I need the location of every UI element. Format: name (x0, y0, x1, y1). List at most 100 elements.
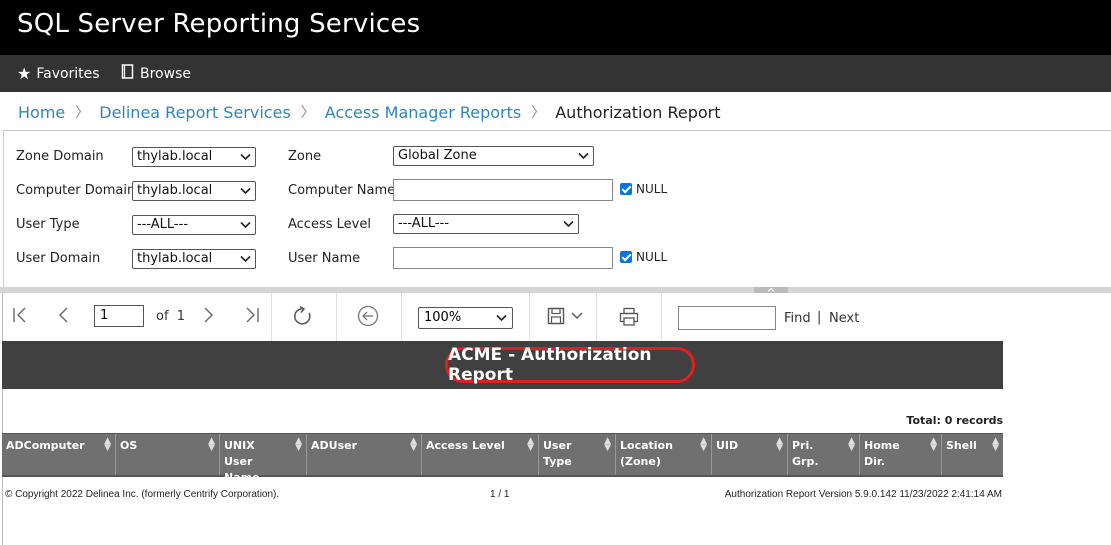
user-name-null-checkbox[interactable]: NULL (620, 250, 667, 264)
book-icon (121, 64, 135, 83)
zone-value: Global Zone (398, 148, 477, 163)
find-input[interactable] (678, 306, 776, 330)
column-header-user-type[interactable]: User Type ▲ ▼ (539, 434, 616, 475)
report-header: ACME - Authorization Report (2, 341, 1003, 389)
chevron-down-icon (563, 217, 574, 232)
sort-icon: ▲ ▼ (295, 436, 302, 453)
toolbar-divider (596, 293, 597, 341)
prev-page-icon[interactable] (56, 305, 70, 329)
zone-domain-select[interactable]: thylab.local (132, 147, 256, 167)
chevron-down-icon (578, 149, 589, 164)
user-domain-select[interactable]: thylab.local (132, 249, 256, 269)
app-title: SQL Server Reporting Services (17, 9, 421, 39)
page-count: of 1 (156, 309, 186, 324)
zone-label: Zone (288, 149, 322, 164)
user-type-select[interactable]: ---ALL--- (132, 215, 256, 235)
next-link[interactable]: Next (829, 311, 859, 326)
access-level-label: Access Level (288, 217, 371, 232)
toolbar-divider (661, 293, 662, 341)
copyright-text: © Copyright 2022 Delinea Inc. (formerly … (5, 489, 280, 500)
toolbar-divider (271, 293, 272, 341)
column-header-pri-grp[interactable]: Pri. Grp. ▲ ▼ (788, 434, 860, 475)
column-header-access-level[interactable]: Access Level ▲ ▼ (422, 434, 539, 475)
sort-icon: ▲ ▼ (930, 436, 937, 453)
star-icon: ★ (17, 64, 32, 83)
toolbar-divider (336, 293, 337, 341)
last-page-icon[interactable] (243, 305, 261, 329)
computer-name-input[interactable] (393, 179, 613, 201)
zoom-value: 100% (424, 310, 462, 325)
find-link[interactable]: Find (784, 311, 811, 326)
first-page-icon[interactable] (11, 305, 29, 329)
column-header-unix-user-name[interactable]: UNIX User Name ▲ ▼ (220, 434, 307, 484)
chevron-down-icon (240, 184, 251, 199)
computer-name-label: Computer Name (288, 183, 396, 198)
column-header-adcomputer[interactable]: ADComputer ▲ ▼ (2, 434, 116, 475)
app-header: SQL Server Reporting Services (0, 0, 1111, 55)
user-domain-label: User Domain (16, 251, 101, 266)
breadcrumb-access-manager[interactable]: Access Manager Reports (325, 103, 521, 122)
sort-icon: ▲ ▼ (104, 436, 111, 453)
column-header-location-zone[interactable]: Location (Zone) ▲ ▼ (616, 434, 712, 475)
chevron-down-icon (240, 218, 251, 233)
report-version: Authorization Report Version 5.9.0.142 1… (724, 489, 1002, 500)
report-title: ACME - Authorization Report (445, 345, 695, 385)
print-icon[interactable] (619, 307, 639, 331)
column-header-os[interactable]: OS ▲ ▼ (116, 434, 220, 475)
favorites-label: Favorites (36, 65, 100, 82)
nav-bar: ★ Favorites Browse (0, 55, 1111, 92)
breadcrumb-delinea[interactable]: Delinea Report Services (99, 103, 291, 122)
computer-domain-value: thylab.local (137, 183, 213, 198)
user-domain-value: thylab.local (137, 251, 213, 266)
find-separator: | (817, 310, 822, 325)
user-name-input[interactable] (393, 247, 613, 269)
page-number-input[interactable]: 1 (94, 305, 144, 327)
sort-icon: ▲ ▼ (848, 436, 855, 453)
breadcrumb-home[interactable]: Home (18, 103, 65, 122)
sort-icon: ▲ ▼ (776, 436, 783, 453)
save-icon[interactable] (547, 307, 587, 331)
breadcrumb: Home 〉 Delinea Report Services 〉 Access … (18, 102, 721, 122)
report-toolbar: 1 of 1 100% Find | Next (0, 293, 1111, 341)
access-level-select[interactable]: ---ALL--- (393, 214, 579, 234)
page-indicator: 1 / 1 (490, 489, 510, 500)
sort-icon: ▲ ▼ (527, 436, 534, 453)
chevron-down-icon (240, 150, 251, 165)
zone-domain-value: thylab.local (137, 149, 213, 164)
next-page-icon[interactable] (202, 305, 216, 329)
report-area-border (2, 293, 3, 545)
zone-domain-label: Zone Domain (16, 149, 104, 164)
column-header-home-dir[interactable]: Home Dir. ▲ ▼ (860, 434, 942, 475)
computer-domain-select[interactable]: thylab.local (132, 181, 256, 201)
user-type-value: ---ALL--- (137, 217, 189, 232)
null-label: NULL (636, 182, 668, 196)
toolbar-divider (401, 293, 402, 341)
parameter-panel: Zone Domain thylab.local Computer Domain… (3, 130, 1111, 288)
computer-name-null-checkbox[interactable]: NULL (620, 182, 667, 196)
column-header-uid[interactable]: UID ▲ ▼ (712, 434, 788, 475)
sort-icon: ▲ ▼ (410, 436, 417, 453)
browse-link[interactable]: Browse (121, 64, 191, 83)
total-records: Total: 0 records (906, 414, 1003, 427)
sort-icon: ▲ ▼ (604, 436, 611, 453)
null-label: NULL (636, 250, 668, 264)
chevron-right-icon: 〉 (300, 105, 315, 121)
chevron-right-icon: 〉 (75, 105, 90, 121)
report-table-header: ADComputer ▲ ▼ OS ▲ ▼ UNIX User Name ▲ ▼ ADUse… (2, 433, 1003, 484)
column-header-shell[interactable]: Shell ▲ ▼ (942, 434, 1003, 475)
refresh-icon[interactable] (292, 305, 314, 331)
browse-label: Browse (140, 65, 191, 82)
checkbox-icon (620, 183, 632, 195)
back-icon[interactable] (357, 305, 379, 331)
access-level-value: ---ALL--- (398, 216, 450, 231)
favorites-link[interactable]: ★ Favorites (17, 64, 100, 83)
toolbar-divider (529, 293, 530, 341)
zoom-select[interactable]: 100% (418, 307, 513, 329)
chevron-down-icon (496, 311, 507, 326)
column-header-aduser[interactable]: ADUser ▲ ▼ (307, 434, 422, 475)
computer-domain-label: Computer Domain (16, 183, 136, 198)
sort-icon: ▲ ▼ (208, 436, 215, 453)
sort-icon: ▲ ▼ (992, 436, 999, 453)
breadcrumb-current: Authorization Report (555, 102, 721, 122)
zone-select[interactable]: Global Zone (393, 146, 594, 166)
